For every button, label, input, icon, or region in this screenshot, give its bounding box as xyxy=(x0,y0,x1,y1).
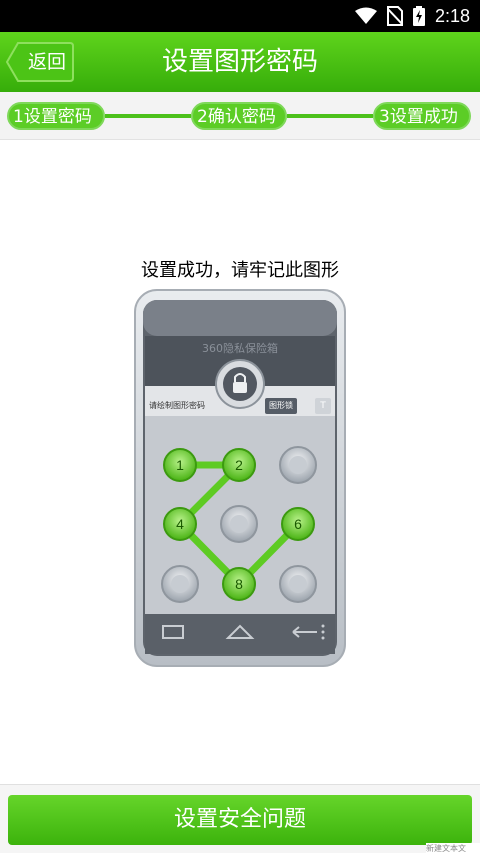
pattern-dot-4: 4 xyxy=(176,516,184,532)
bottom-bar: 设置安全问题 新建文本文 xyxy=(0,784,480,853)
step-connector-2 xyxy=(287,114,373,118)
pattern-dot-8: 8 xyxy=(235,576,243,592)
pattern-lock-tab: 图形锁 xyxy=(265,398,297,414)
header: 返回 设置图形密码 xyxy=(0,32,480,92)
pattern-dot-1: 1 xyxy=(176,457,184,473)
draw-pattern-hint: 请绘制图形密码 xyxy=(149,401,205,410)
pattern-dot-6: 6 xyxy=(294,516,302,532)
phone-illustration: 1 2 4 8 6 360隐私保险箱 请绘制图形密码 图形锁 T xyxy=(133,288,347,668)
brand-label: 360隐私保险箱 xyxy=(202,342,278,355)
step-indicator: 1设置密码 2确认密码 3设置成功 xyxy=(0,92,480,140)
status-time: 2:18 xyxy=(434,5,470,26)
success-hint: 设置成功，请牢记此图形 xyxy=(141,260,339,281)
status-bar: 2:18 xyxy=(0,0,480,32)
back-button-label: 返回 xyxy=(27,51,66,73)
pattern-dot-2: 2 xyxy=(235,457,243,473)
set-security-question-button[interactable]: 设置安全问题 xyxy=(8,795,472,845)
step-set-password: 1设置密码 xyxy=(7,102,105,130)
step-set-success: 3设置成功 xyxy=(373,102,471,130)
status-icons: 2:18 xyxy=(354,0,470,32)
watermark: 新建文本文 xyxy=(426,843,480,853)
battery-charging-icon xyxy=(412,6,425,26)
step-confirm-password: 2确认密码 xyxy=(191,102,287,130)
no-sim-icon xyxy=(386,6,403,26)
wifi-icon xyxy=(354,7,377,24)
step-connector-1 xyxy=(105,114,191,118)
text-mode-tab: T xyxy=(315,398,331,414)
back-button[interactable]: 返回 xyxy=(6,42,74,82)
